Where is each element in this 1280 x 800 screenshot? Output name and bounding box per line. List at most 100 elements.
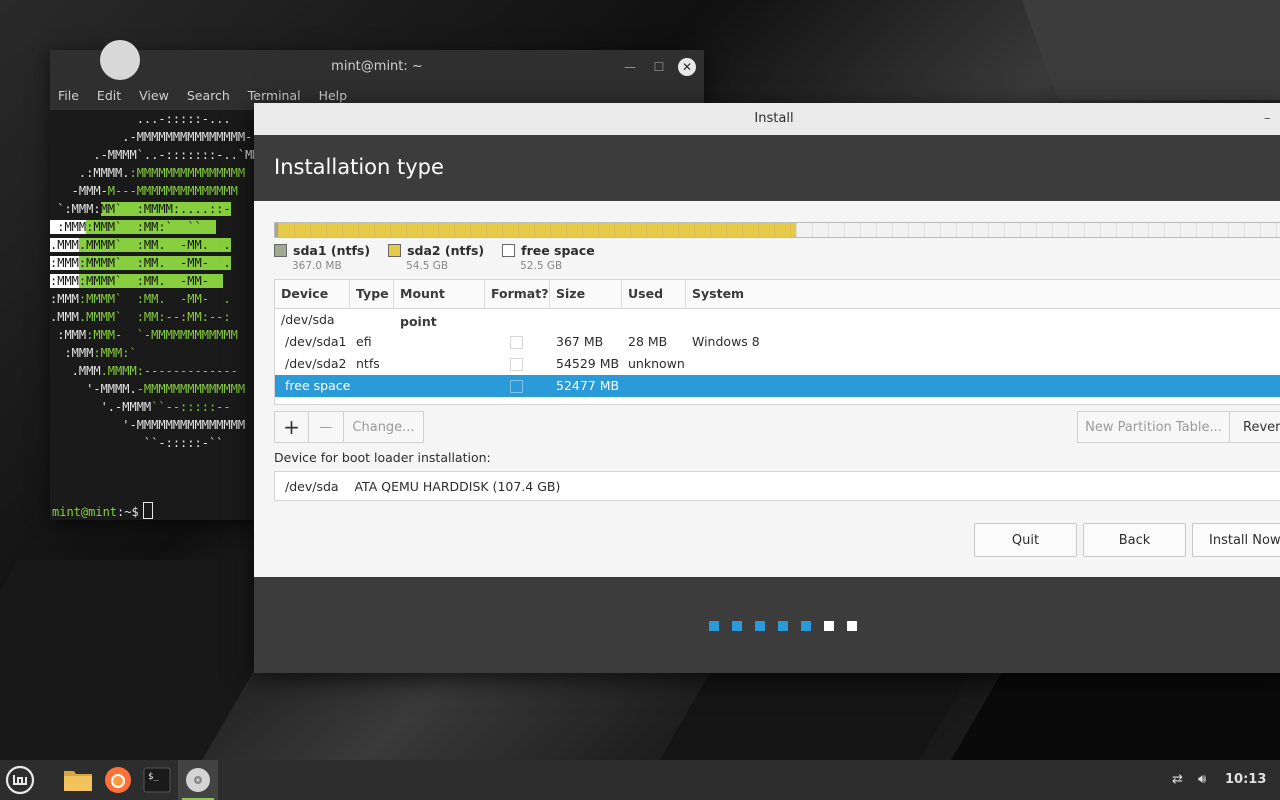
installer-title: Install bbox=[754, 111, 794, 126]
boot-loader-label: Device for boot loader installation: bbox=[274, 450, 491, 465]
back-button[interactable]: Back bbox=[1083, 523, 1186, 557]
shell-prompt[interactable]: mint@mint:~$ bbox=[52, 502, 153, 520]
cell-mount bbox=[394, 375, 485, 397]
remove-partition-button[interactable]: — bbox=[309, 411, 344, 443]
table-row[interactable]: /dev/sda2 ntfs 54529 MB unknown bbox=[275, 353, 1280, 375]
partition-legend: sda1 (ntfs) 367.0 MB sda2 (ntfs) 54.5 GB… bbox=[274, 243, 613, 272]
column-device[interactable]: Device bbox=[275, 280, 350, 308]
background-shape bbox=[1021, 0, 1280, 100]
legend-item-free: free space 52.5 GB bbox=[502, 243, 595, 272]
progress-dots bbox=[709, 621, 857, 631]
install-now-button[interactable]: Install Now bbox=[1192, 523, 1280, 557]
page-title: Installation type bbox=[274, 155, 444, 179]
prompt-path: :~$ bbox=[117, 505, 139, 519]
clock[interactable]: 10:13 bbox=[1225, 760, 1266, 800]
column-mount-point[interactable]: Mount point bbox=[394, 280, 485, 329]
cell-device: /dev/sda2 bbox=[285, 356, 347, 371]
progress-dot bbox=[732, 621, 742, 631]
table-row-selected[interactable]: free space 52477 MB bbox=[275, 375, 1280, 397]
legend-item-sda2: sda2 (ntfs) 54.5 GB bbox=[388, 243, 484, 272]
boot-device: /dev/sda bbox=[285, 479, 339, 494]
cell-type: efi bbox=[356, 334, 372, 349]
taskbar: $_ ⇄ 🔊︎ 10:13 bbox=[0, 760, 1280, 800]
cell-system bbox=[686, 353, 1280, 375]
format-checkbox[interactable] bbox=[510, 336, 523, 349]
legend-size: 54.5 GB bbox=[406, 260, 449, 272]
cell-device: /dev/sda1 bbox=[285, 334, 347, 349]
legend-swatch bbox=[502, 244, 516, 257]
legend-label: free space bbox=[521, 243, 595, 258]
cell-size: 54529 MB bbox=[556, 356, 620, 371]
minimize-icon[interactable]: – bbox=[1264, 103, 1271, 135]
progress-dot bbox=[801, 621, 811, 631]
cell-device: free space bbox=[285, 378, 351, 393]
cell-size: 52477 MB bbox=[556, 378, 620, 393]
cell-used: unknown bbox=[628, 356, 685, 371]
cell-device: /dev/sda bbox=[281, 312, 335, 327]
installer-window[interactable]: Install – Installation type sda1 (ntfs) … bbox=[254, 103, 1280, 673]
svg-text:$_: $_ bbox=[148, 772, 159, 782]
cell-type: ntfs bbox=[356, 356, 380, 371]
text-cursor bbox=[142, 502, 153, 519]
firefox-icon[interactable] bbox=[98, 760, 138, 800]
menu-edit[interactable]: Edit bbox=[97, 84, 131, 110]
progress-dot bbox=[847, 621, 857, 631]
minimize-icon[interactable]: — bbox=[621, 58, 639, 76]
partition-table[interactable]: Device Type Mount point Format? Size Use… bbox=[274, 279, 1280, 405]
column-used[interactable]: Used bbox=[622, 280, 686, 308]
column-type[interactable]: Type bbox=[350, 280, 394, 308]
table-header: Device Type Mount point Format? Size Use… bbox=[275, 280, 1280, 329]
partition-bar-sda2 bbox=[278, 223, 796, 237]
column-system[interactable]: System bbox=[686, 280, 1280, 308]
volume-icon[interactable]: 🔊︎ bbox=[1198, 760, 1206, 800]
partition-toolbar: + — Change... bbox=[274, 411, 424, 443]
installer-disc-icon[interactable] bbox=[178, 760, 218, 800]
legend-size: 367.0 MB bbox=[292, 260, 342, 272]
terminal-titlebar[interactable]: mint@mint: ~ — ☐ ✕ bbox=[50, 50, 704, 84]
neofetch-logo: ...-:::::-... .-MMMMMMMMMMMMMMM-. .-MMMM… bbox=[50, 112, 289, 450]
terminal-icon[interactable]: $_ bbox=[137, 760, 177, 800]
table-row[interactable]: /dev/sda1 efi 367 MB 28 MB Windows 8 bbox=[275, 331, 1280, 353]
close-icon[interactable]: ✕ bbox=[678, 58, 696, 76]
progress-dot bbox=[778, 621, 788, 631]
menu-search[interactable]: Search bbox=[187, 84, 240, 110]
quit-button[interactable]: Quit bbox=[974, 523, 1077, 557]
boot-device-description: ATA QEMU HARDDISK (107.4 GB) bbox=[354, 479, 561, 494]
network-icon[interactable]: ⇄ bbox=[1172, 760, 1183, 800]
new-partition-table-button[interactable]: New Partition Table... bbox=[1077, 411, 1230, 443]
progress-dot bbox=[755, 621, 765, 631]
installer-footer bbox=[254, 577, 1280, 673]
partition-bar-free bbox=[796, 223, 1280, 237]
background-shape bbox=[951, 660, 1280, 760]
revert-button[interactable]: Revert bbox=[1230, 411, 1280, 443]
cell-used: 28 MB bbox=[628, 334, 668, 349]
cell-type bbox=[350, 375, 394, 397]
format-checkbox[interactable] bbox=[510, 380, 523, 393]
boot-loader-select[interactable]: /dev/sda ATA QEMU HARDDISK (107.4 GB) ▼ bbox=[274, 471, 1280, 501]
legend-swatch bbox=[274, 244, 287, 257]
cell-mount bbox=[394, 353, 485, 375]
cell-size: 367 MB bbox=[556, 334, 604, 349]
menu-icon[interactable] bbox=[0, 760, 40, 800]
column-size[interactable]: Size bbox=[550, 280, 622, 308]
progress-dot bbox=[709, 621, 719, 631]
terminal-title: mint@mint: ~ bbox=[331, 59, 423, 74]
column-format[interactable]: Format? bbox=[485, 280, 550, 308]
installer-titlebar[interactable]: Install – bbox=[254, 103, 1280, 135]
files-icon[interactable] bbox=[58, 760, 98, 800]
legend-item-sda1: sda1 (ntfs) 367.0 MB bbox=[274, 243, 370, 272]
menu-view[interactable]: View bbox=[139, 84, 179, 110]
partition-bar bbox=[274, 222, 1280, 238]
cell-mount bbox=[394, 331, 485, 353]
change-partition-button[interactable]: Change... bbox=[344, 411, 424, 443]
add-partition-button[interactable]: + bbox=[274, 411, 309, 443]
menu-file[interactable]: File bbox=[58, 84, 89, 110]
legend-label: sda2 (ntfs) bbox=[407, 243, 485, 258]
format-checkbox[interactable] bbox=[510, 358, 523, 371]
legend-label: sda1 (ntfs) bbox=[293, 243, 371, 258]
legend-swatch bbox=[388, 244, 402, 257]
legend-size: 52.5 GB bbox=[520, 260, 563, 272]
progress-dot bbox=[824, 621, 834, 631]
installer-content: sda1 (ntfs) 367.0 MB sda2 (ntfs) 54.5 GB… bbox=[254, 201, 1280, 577]
maximize-icon[interactable]: ☐ bbox=[650, 58, 668, 76]
